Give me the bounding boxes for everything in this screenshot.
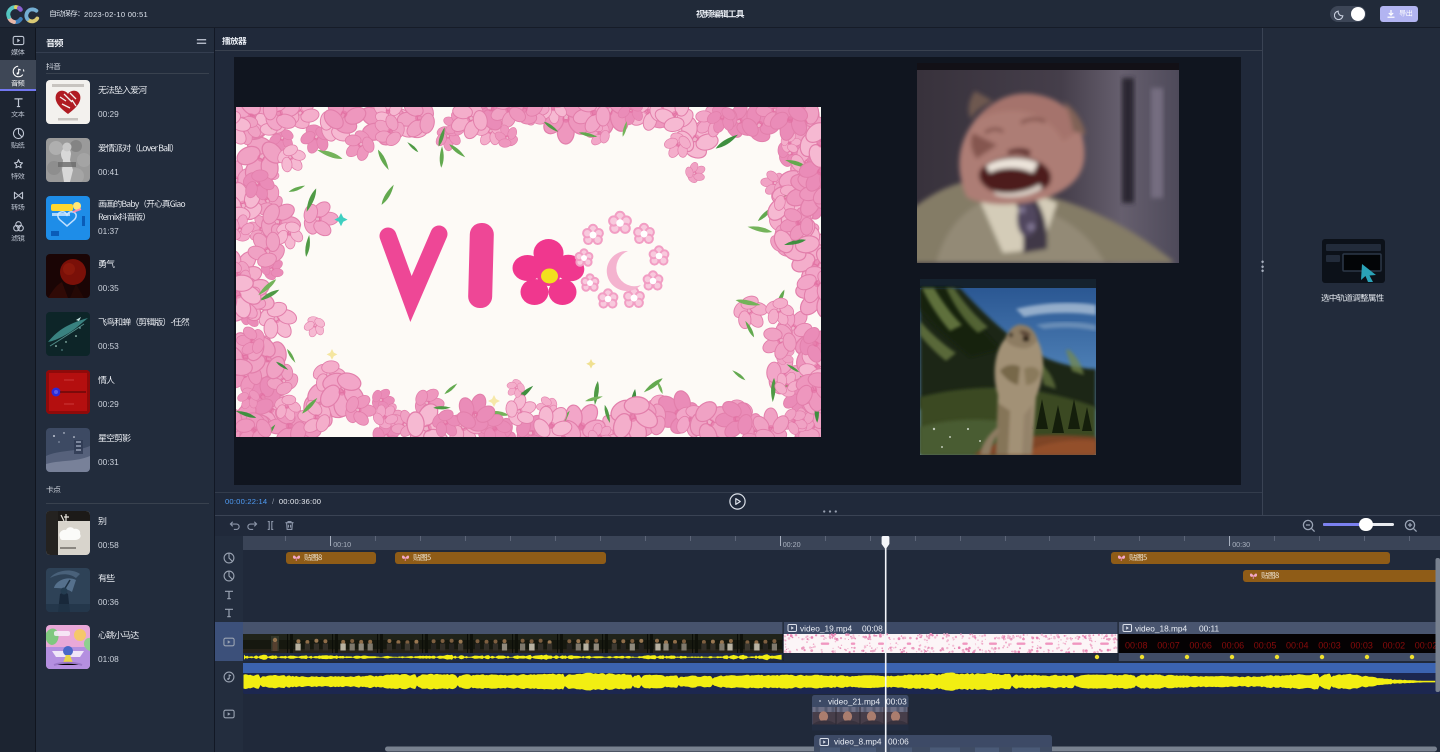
svg-text:00:06: 00:06	[1189, 641, 1212, 651]
svg-text:00:05: 00:05	[1254, 641, 1277, 651]
svg-text:00:02: 00:02	[1415, 641, 1438, 651]
svg-text:00:06: 00:06	[888, 737, 909, 747]
svg-text:00:02: 00:02	[1383, 641, 1406, 651]
svg-text:00:07: 00:07	[1157, 641, 1180, 651]
svg-text:00:03: 00:03	[886, 697, 907, 707]
svg-text:00:04: 00:04	[1286, 641, 1309, 651]
svg-text:00:11: 00:11	[1199, 624, 1220, 634]
svg-text:video_21.mp4: video_21.mp4	[828, 697, 881, 707]
svg-text:00:06: 00:06	[1222, 641, 1245, 651]
svg-text:video_19.mp4: video_19.mp4	[800, 624, 853, 634]
svg-text:00:03: 00:03	[1350, 641, 1373, 651]
svg-text:video_18.mp4: video_18.mp4	[1135, 624, 1188, 634]
svg-text:00:08: 00:08	[862, 624, 883, 634]
svg-text:video_8.mp4: video_8.mp4	[834, 737, 882, 747]
svg-text:00:08: 00:08	[1125, 641, 1148, 651]
svg-text:00:03: 00:03	[1318, 641, 1341, 651]
